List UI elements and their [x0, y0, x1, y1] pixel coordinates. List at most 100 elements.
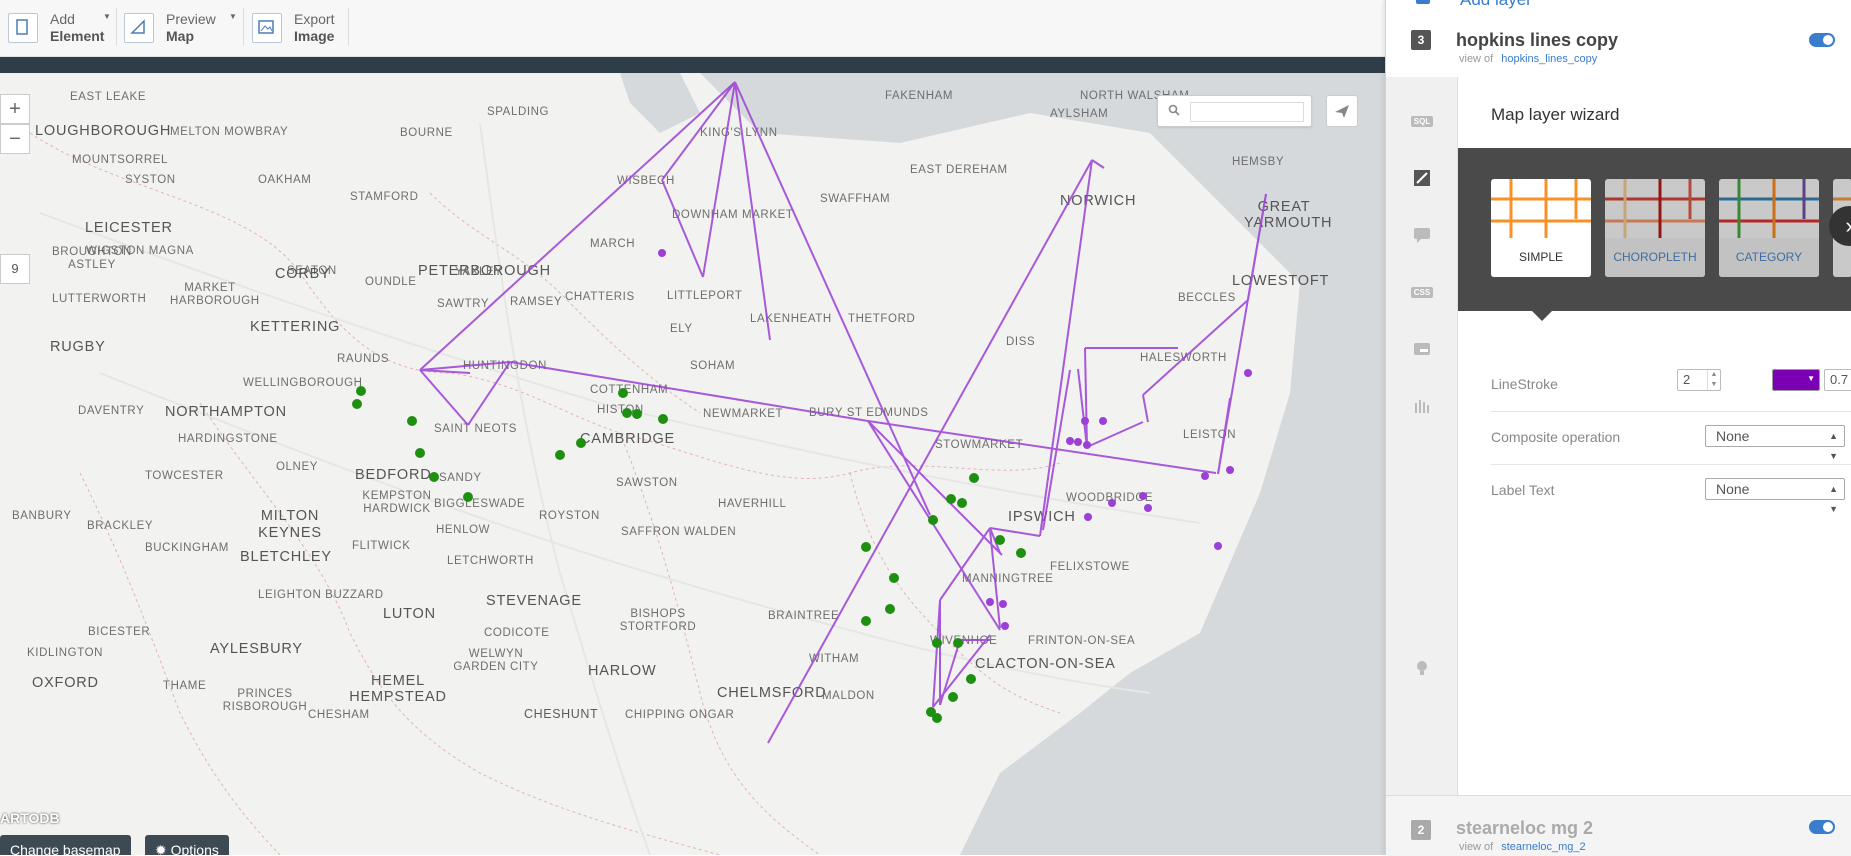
route-line [867, 420, 1217, 474]
stroke-opacity-input[interactable]: 0.7 ▲▼ [1824, 369, 1851, 391]
location-point[interactable] [1016, 548, 1026, 558]
route-line [1217, 397, 1231, 475]
route-line [467, 361, 511, 426]
layer-title[interactable]: hopkins lines copy [1456, 30, 1618, 51]
stepper-icon[interactable]: ▲ ▼ [1707, 370, 1720, 390]
label-text-select[interactable]: None ▲ ▼ [1705, 478, 1845, 514]
location-point[interactable] [946, 494, 956, 504]
layer-source-link[interactable]: hopkins_lines_copy [1501, 53, 1597, 65]
filters-icon[interactable] [1409, 395, 1435, 417]
locate-button[interactable] [1326, 95, 1358, 127]
divider [348, 8, 349, 46]
location-point[interactable] [622, 408, 632, 418]
infowindow-icon[interactable] [1409, 224, 1435, 246]
search-input[interactable] [1190, 102, 1304, 122]
line-endpoint [1214, 542, 1222, 550]
location-point[interactable] [861, 542, 871, 552]
gear-icon: ✹ [155, 842, 171, 855]
location-point[interactable] [969, 473, 979, 483]
wizard-icon[interactable] [1409, 167, 1435, 189]
location-point[interactable] [463, 492, 473, 502]
location-point[interactable] [632, 409, 642, 419]
tips-icon[interactable] [1409, 657, 1435, 679]
location-point[interactable] [928, 515, 938, 525]
options-button[interactable]: ✹ Options [145, 835, 229, 855]
divider [243, 8, 244, 46]
layer-number-badge: 2 [1411, 820, 1431, 840]
map-search[interactable] [1157, 95, 1312, 127]
location-point[interactable] [352, 399, 362, 409]
location-point[interactable] [889, 573, 899, 583]
choropleth-thumbnail-icon [1605, 179, 1705, 238]
layer-title[interactable]: stearneloc mg 2 [1456, 818, 1593, 839]
view-of-label: view of [1459, 53, 1494, 65]
line-endpoint [1074, 438, 1082, 446]
select-caret-icon: ▲ ▼ [1829, 484, 1838, 514]
location-point[interactable] [576, 438, 586, 448]
add-layer-icon[interactable] [1416, 0, 1430, 4]
location-point[interactable] [885, 604, 895, 614]
location-point[interactable] [957, 498, 967, 508]
stroke-width-input[interactable]: 2 ▲ ▼ [1677, 369, 1721, 391]
location-point[interactable] [995, 535, 1005, 545]
add-element-caret-icon[interactable]: ▼ [103, 12, 111, 21]
css-icon[interactable]: CSS [1409, 281, 1435, 303]
map-canvas[interactable]: EAST LEAKE LOUGHBOROUGH MELTON MOWBRAY B… [0, 73, 1385, 855]
route-line [939, 527, 991, 601]
location-point[interactable] [953, 638, 963, 648]
location-point[interactable] [658, 414, 668, 424]
legend-icon[interactable] [1409, 338, 1435, 360]
label-text-label: Label Text [1491, 482, 1555, 498]
add-element-button[interactable]: Add Element [8, 0, 104, 56]
options-label: Options [170, 842, 219, 855]
layer-number-badge: 3 [1411, 30, 1431, 50]
line-endpoint [986, 598, 994, 606]
line-endpoint [1139, 492, 1147, 500]
route-line [1142, 394, 1149, 423]
style-label: SIMPLE [1491, 238, 1591, 277]
add-layer-link[interactable]: Add layer [1460, 0, 1532, 10]
location-point[interactable] [966, 674, 976, 684]
route-line [932, 599, 941, 708]
layer-2-header[interactable]: 2 stearneloc mg 2 view of stearneloc_mg_2 [1386, 795, 1851, 856]
route-line [661, 179, 704, 278]
layer-visibility-toggle[interactable] [1809, 33, 1835, 47]
change-basemap-button[interactable]: Change basemap [0, 835, 131, 855]
style-label: CHOROPLETH [1605, 238, 1705, 277]
location-point[interactable] [948, 692, 958, 702]
style-category-card[interactable]: CATEGORY [1719, 179, 1819, 277]
location-point[interactable] [429, 472, 439, 482]
style-choropleth-card[interactable]: CHOROPLETH [1605, 179, 1705, 277]
location-point[interactable] [861, 616, 871, 626]
style-simple-card[interactable]: SIMPLE [1491, 179, 1591, 277]
preview-map-button[interactable]: Preview Map [124, 0, 216, 56]
layer-panel: Add layer 3 hopkins lines copy view of ho… [1385, 0, 1851, 856]
location-point[interactable] [932, 638, 942, 648]
composite-operation-label: Composite operation [1491, 429, 1621, 445]
route-line [1039, 159, 1093, 537]
zoom-level-indicator: 9 [0, 254, 30, 284]
layer-tools-sidebar: SQL CSS [1386, 77, 1458, 795]
location-point[interactable] [415, 448, 425, 458]
line-endpoint [1081, 417, 1089, 425]
location-point[interactable] [407, 416, 417, 426]
stearneloc-points-layer [352, 386, 1026, 723]
preview-map-caret-icon[interactable]: ▼ [229, 12, 237, 21]
sql-icon[interactable]: SQL [1409, 110, 1435, 132]
stroke-color-picker[interactable]: ▼ [1772, 369, 1820, 391]
composite-operation-select[interactable]: None ▲ ▼ [1705, 425, 1845, 461]
zoom-in-button[interactable]: + [0, 94, 30, 124]
search-icon [1168, 104, 1180, 116]
layer-source-link[interactable]: stearneloc_mg_2 [1501, 841, 1585, 853]
line-endpoint [1099, 417, 1107, 425]
location-point[interactable] [618, 388, 628, 398]
location-point[interactable] [356, 386, 366, 396]
route-line [767, 159, 1093, 744]
zoom-out-button[interactable]: − [0, 124, 30, 154]
location-point[interactable] [555, 450, 565, 460]
line-endpoint [1226, 466, 1234, 474]
location-point[interactable] [932, 713, 942, 723]
export-image-button[interactable]: Export Image [252, 0, 334, 56]
layer-visibility-toggle[interactable] [1809, 820, 1835, 834]
route-line [419, 369, 469, 426]
